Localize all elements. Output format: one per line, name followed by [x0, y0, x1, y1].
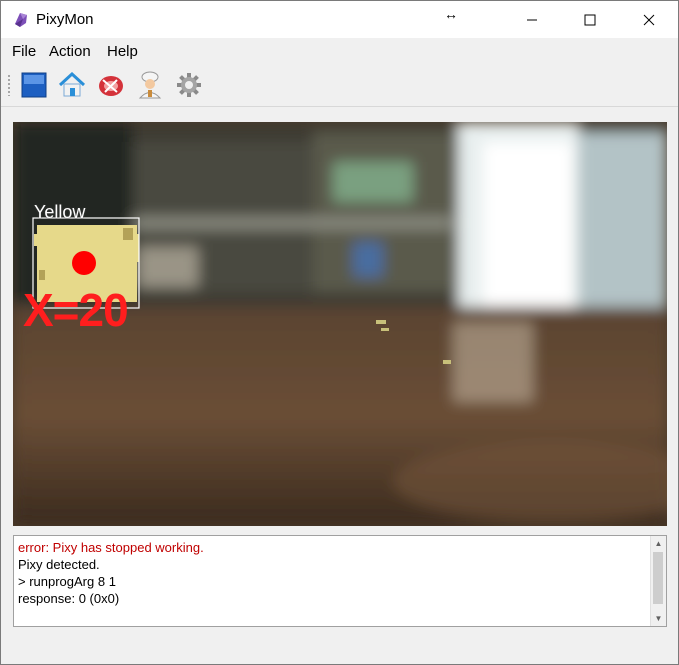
maximize-button[interactable] — [561, 1, 619, 38]
menu-bar: File Action Help — [1, 38, 678, 64]
toolbar-grip[interactable] — [7, 74, 11, 96]
minimize-icon — [527, 19, 537, 20]
minimize-button[interactable] — [503, 1, 561, 38]
menu-file[interactable]: File — [12, 43, 36, 60]
signature-label: Yellow — [34, 202, 86, 222]
console-line: response: 0 (0x0) — [18, 591, 120, 606]
maximize-icon — [584, 14, 596, 25]
cooked-video-button[interactable] — [96, 70, 126, 100]
raw-video-icon — [21, 72, 47, 98]
window-title: PixyMon — [36, 11, 94, 28]
home-button[interactable] — [57, 70, 87, 100]
toolbar — [1, 64, 678, 107]
menu-help[interactable]: Help — [107, 43, 138, 60]
configure-button[interactable] — [174, 70, 204, 100]
cooked-video-icon — [99, 76, 123, 96]
raw-video-button[interactable] — [19, 70, 49, 100]
title-bar[interactable]: PixyMon ↔ — [1, 1, 678, 38]
menu-action[interactable]: Action — [49, 43, 91, 60]
console-output[interactable]: error: Pixy has stopped working. Pixy de… — [13, 535, 667, 627]
scroll-down-arrow-icon[interactable]: ▼ — [651, 611, 666, 626]
scroll-thumb[interactable] — [653, 552, 663, 604]
block-center-dot — [72, 251, 96, 275]
console-line: > runprogArg 8 1 — [18, 574, 116, 589]
chef-icon — [138, 71, 162, 99]
pixymon-window: PixyMon ↔ File Action Help Yellow X=20 e… — [0, 0, 679, 665]
home-icon — [58, 72, 86, 97]
console-scrollbar[interactable]: ▲ ▼ — [650, 536, 666, 626]
chef-button[interactable] — [135, 70, 165, 100]
x-coordinate-overlay: X=20 — [23, 284, 129, 336]
scroll-up-arrow-icon[interactable]: ▲ — [651, 536, 666, 551]
close-button[interactable] — [620, 1, 678, 38]
close-icon — [643, 14, 655, 25]
console-lines: error: Pixy has stopped working. Pixy de… — [18, 539, 204, 607]
console-line: error: Pixy has stopped working. — [18, 540, 204, 555]
pixymon-icon — [15, 13, 27, 27]
resize-cursor-icon: ↔ — [444, 6, 458, 22]
status-bar — [1, 631, 678, 664]
console-line: Pixy detected. — [18, 557, 100, 572]
gear-icon — [177, 73, 201, 97]
